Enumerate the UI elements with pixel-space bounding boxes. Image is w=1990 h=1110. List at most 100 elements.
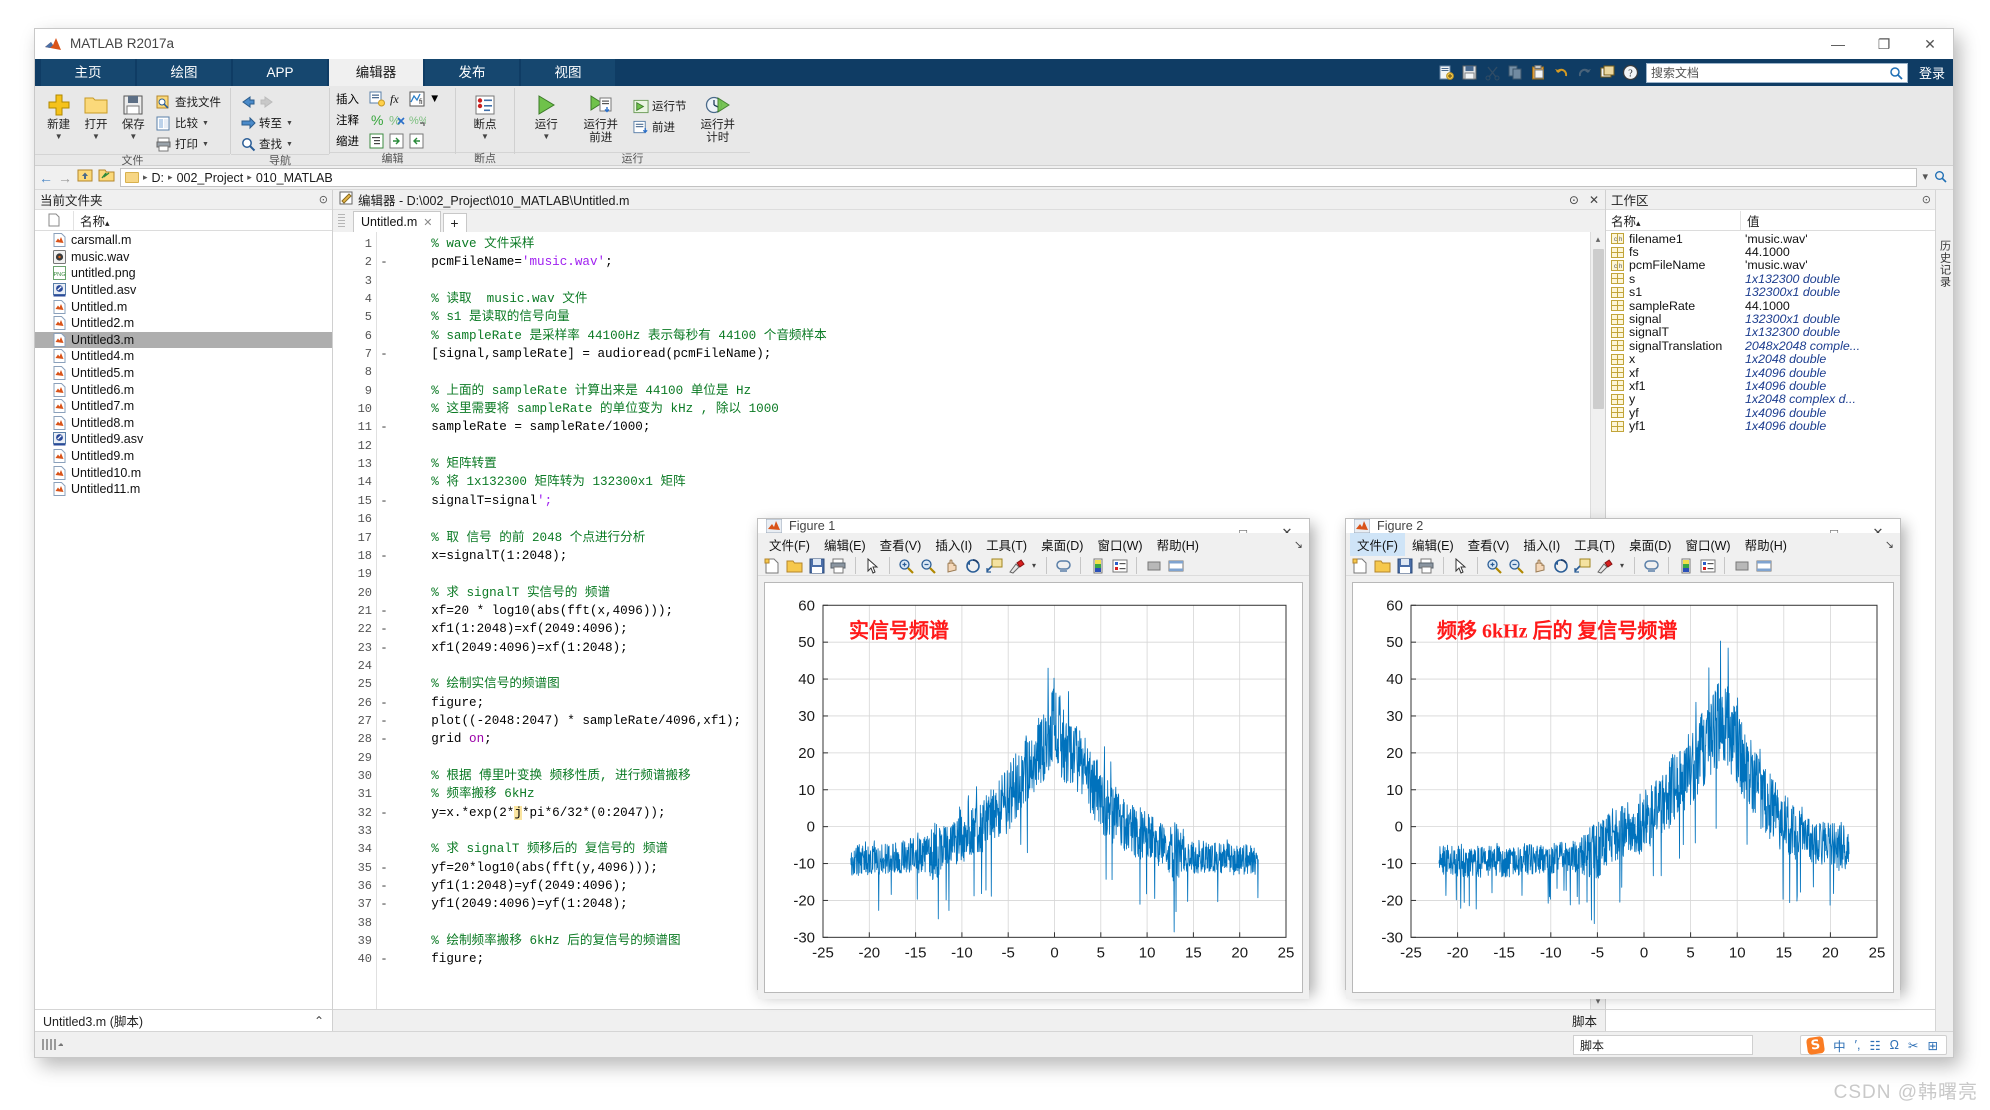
run-button[interactable]: 运行 ▼	[521, 90, 572, 141]
file-list-item[interactable]: PNG untitled.png	[35, 265, 332, 282]
find-caret[interactable]: ▼	[286, 141, 293, 148]
open-dropdown-caret[interactable]: ▼	[92, 133, 100, 141]
executable-marker[interactable]: -	[377, 418, 391, 436]
help-icon[interactable]: ?	[1622, 64, 1639, 81]
find-button[interactable]: 查找 ▼	[237, 134, 296, 154]
name-column-header[interactable]: 名称▴	[73, 210, 332, 230]
legend-icon[interactable]	[1110, 556, 1129, 575]
hide-plottools-icon[interactable]	[1144, 556, 1163, 575]
compare-caret[interactable]: ▼	[202, 120, 209, 127]
executable-marker[interactable]: -	[377, 492, 391, 510]
hide-plottools-icon[interactable]	[1732, 556, 1751, 575]
advance-button[interactable]: 前进	[630, 117, 690, 137]
figure-1-menu-insert[interactable]: 插入(I)	[928, 533, 979, 556]
figure-1-menu-edit[interactable]: 编辑(E)	[817, 533, 873, 556]
colorbar-icon[interactable]	[1676, 556, 1695, 575]
executable-marker[interactable]: -	[377, 712, 391, 730]
nav-forward-icon[interactable]: →	[58, 170, 72, 186]
executable-marker[interactable]	[377, 308, 391, 326]
figure-1-menu-overflow-icon[interactable]: ↘	[1294, 538, 1303, 551]
executable-marker[interactable]	[377, 290, 391, 308]
compare-button[interactable]: 比较 ▼	[153, 113, 224, 133]
figure-1-menu-tools[interactable]: 工具(T)	[979, 533, 1034, 556]
breadcrumb-matlab[interactable]: 010_MATLAB	[256, 171, 333, 185]
close-button[interactable]: ✕	[1907, 29, 1953, 59]
file-list-item[interactable]: Untitled3.m	[35, 331, 332, 349]
figure-1-axes[interactable]: -25 -20 -15 -10 -5 0 5 10 15 20 25 -30 -20 -10 0 10 20 30…	[764, 582, 1303, 993]
ime-symbol-icon[interactable]: Ω	[1890, 1038, 1899, 1052]
workspace-variable-row[interactable]: xf1 1x4096 double	[1606, 379, 1935, 393]
executable-marker[interactable]	[377, 914, 391, 932]
tab-plots[interactable]: 绘图	[137, 59, 231, 86]
link-icon[interactable]	[1054, 556, 1073, 575]
tab-publish[interactable]: 发布	[425, 59, 519, 86]
run-and-time-button[interactable]: 运行并 计时	[692, 90, 745, 145]
editor-close-icon[interactable]: ✕	[1589, 193, 1599, 207]
file-list-item[interactable]: Untitled10.m	[35, 464, 332, 481]
pan-icon[interactable]	[1529, 556, 1548, 575]
executable-marker[interactable]	[377, 840, 391, 858]
executable-marker[interactable]: -	[377, 877, 391, 895]
executable-marker[interactable]	[377, 822, 391, 840]
executable-marker[interactable]	[377, 510, 391, 528]
file-list-item[interactable]: Untitled.asv	[35, 282, 332, 299]
executable-marker[interactable]	[377, 235, 391, 253]
right-docked-strip[interactable]: 历史记录	[1935, 190, 1953, 1031]
executable-marker[interactable]: -	[377, 639, 391, 657]
open-icon[interactable]	[1373, 556, 1392, 575]
current-folder-file-list[interactable]: carsmall.m music.wav PNG untitled.png Untitl…	[35, 231, 332, 1009]
zoom-in-icon[interactable]	[897, 556, 916, 575]
wrap-comment-icon[interactable]: %%	[409, 112, 429, 129]
zoom-out-icon[interactable]	[919, 556, 938, 575]
sogou-logo-icon[interactable]: S	[1806, 1035, 1826, 1055]
smart-indent-icon[interactable]	[369, 133, 386, 150]
rotate-icon[interactable]	[1551, 556, 1570, 575]
workspace-variable-row[interactable]: s 1x132300 double	[1606, 272, 1935, 286]
code-line[interactable]: % 将 1x132300 矩阵转为 132300x1 矩阵	[401, 473, 1590, 491]
breakpoints-button[interactable]: 断点 ▼	[462, 90, 508, 141]
new-dropdown-caret[interactable]: ▼	[55, 133, 63, 141]
ime-keyboard-icon[interactable]: ☷	[1869, 1038, 1880, 1053]
tab-apps[interactable]: APP	[233, 59, 327, 86]
file-list-item[interactable]: Untitled5.m	[35, 365, 332, 382]
address-dropdown-icon[interactable]: ▾	[1922, 170, 1928, 186]
undo-icon[interactable]	[1553, 64, 1570, 81]
zoom-out-icon[interactable]	[1507, 556, 1526, 575]
brush-icon[interactable]	[1595, 556, 1614, 575]
status-grip-icon[interactable]	[41, 1038, 63, 1052]
code-line[interactable]: % 读取 music.wav 文件	[401, 290, 1590, 308]
executable-marker[interactable]	[377, 529, 391, 547]
editor-new-tab-button[interactable]: +	[442, 213, 467, 232]
figure-2-menu-overflow-icon[interactable]: ↘	[1885, 538, 1894, 551]
maximize-button[interactable]: ❐	[1861, 29, 1907, 59]
ime-mode-chinese[interactable]: 中	[1833, 1036, 1846, 1055]
executable-marker[interactable]	[377, 657, 391, 675]
goto-caret[interactable]: ▼	[286, 120, 293, 127]
workspace-variable-row[interactable]: c h filename1 'music.wav'	[1606, 232, 1935, 246]
command-history-label[interactable]: 历史记录	[1937, 240, 1953, 288]
insert-block-icon[interactable]	[369, 91, 386, 108]
ime-screenshot-icon[interactable]: ✂	[1908, 1038, 1918, 1053]
executable-marker[interactable]: -	[377, 950, 391, 968]
executable-marker[interactable]	[377, 767, 391, 785]
fx-icon[interactable]: fx	[389, 91, 406, 108]
workspace-variable-row[interactable]: signalT 1x132300 double	[1606, 325, 1935, 339]
code-line[interactable]	[401, 272, 1590, 290]
address-field[interactable]: ▸ D: ▸ 002_Project ▸ 010_MATLAB	[120, 168, 1918, 187]
indent-left-icon[interactable]	[409, 133, 426, 150]
new-button[interactable]: 新建 ▼	[41, 90, 76, 141]
figure-1-menu-file[interactable]: 文件(F)	[762, 533, 817, 556]
new-figure-icon[interactable]	[763, 556, 782, 575]
executable-marker[interactable]: -	[377, 345, 391, 363]
figure-2-menu-tools[interactable]: 工具(T)	[1567, 533, 1622, 556]
editor-undock-icon[interactable]: ⊙	[1569, 193, 1579, 207]
executable-marker[interactable]: -	[377, 547, 391, 565]
paste-icon[interactable]	[1530, 64, 1547, 81]
workspace-variable-row[interactable]: sampleRate 44.1000	[1606, 299, 1935, 313]
chevron-up-icon[interactable]: ⌃	[314, 1014, 324, 1028]
figure-1-menu-window[interactable]: 窗口(W)	[1090, 533, 1149, 556]
signin-link[interactable]: 登录	[1919, 63, 1945, 82]
tab-editor[interactable]: 编辑器	[329, 59, 423, 86]
address-search-icon[interactable]	[1934, 170, 1947, 186]
doc-search-input[interactable]: 搜索文档	[1645, 62, 1908, 83]
